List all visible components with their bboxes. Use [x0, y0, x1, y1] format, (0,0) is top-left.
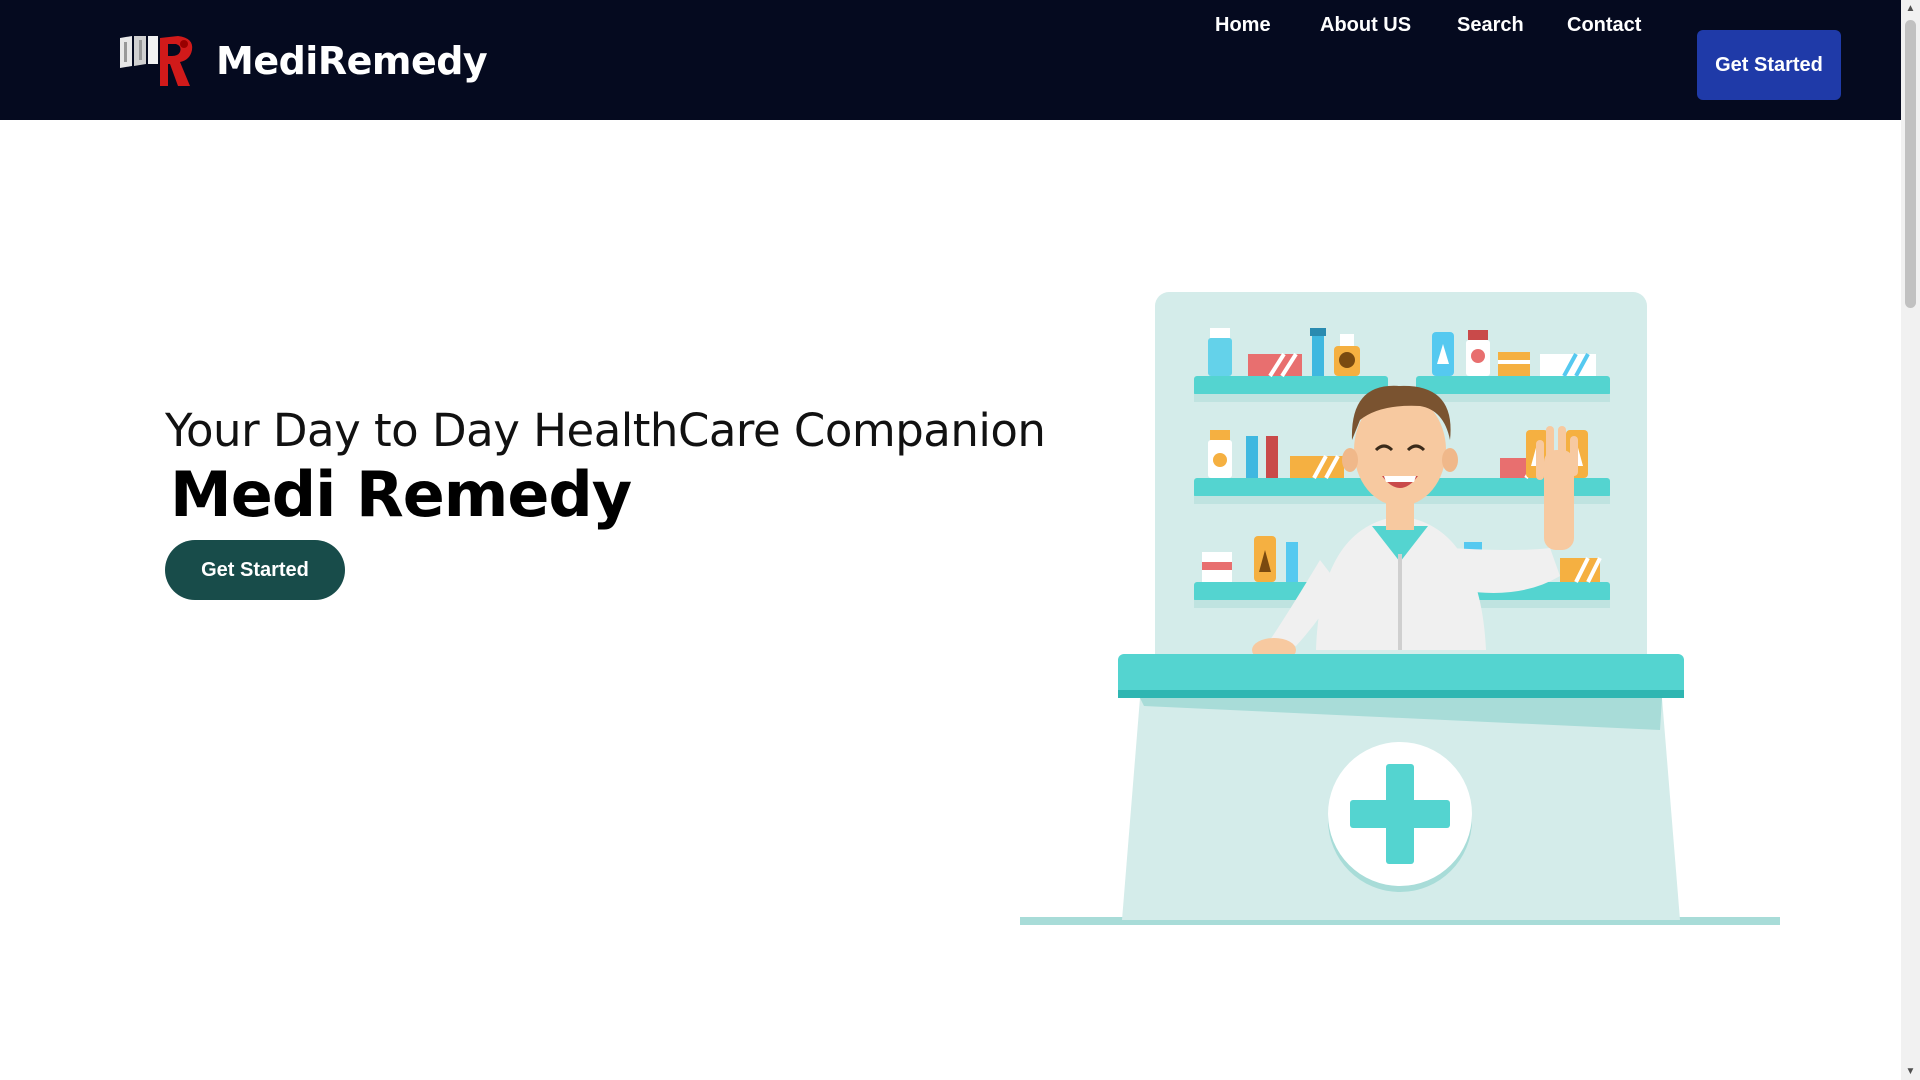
hero-title: Medi Remedy	[170, 458, 632, 531]
nav-home[interactable]: Home	[1215, 14, 1271, 37]
vertical-scrollbar[interactable]: ▲ ▼	[1901, 0, 1920, 1080]
scroll-up-arrow-icon[interactable]: ▲	[1901, 0, 1920, 17]
pharmacist-illustration-icon	[1020, 292, 1780, 925]
nav-search[interactable]: Search	[1457, 14, 1524, 37]
scrollbar-thumb[interactable]	[1905, 20, 1916, 308]
nav-contact[interactable]: Contact	[1567, 14, 1641, 37]
scroll-down-arrow-icon[interactable]: ▼	[1901, 1063, 1920, 1080]
brand[interactable]: MediRemedy	[120, 34, 488, 88]
top-navbar: MediRemedy Home About US Search Contact …	[0, 0, 1901, 120]
nav-get-started-button[interactable]: Get Started	[1697, 30, 1841, 100]
brand-name: MediRemedy	[216, 39, 488, 83]
nav-about-us[interactable]: About US	[1320, 14, 1411, 37]
hero-get-started-button[interactable]: Get Started	[165, 540, 345, 600]
hero-subtitle: Your Day to Day HealthCare Companion	[165, 404, 1046, 457]
mr-logo-icon	[120, 36, 193, 86]
